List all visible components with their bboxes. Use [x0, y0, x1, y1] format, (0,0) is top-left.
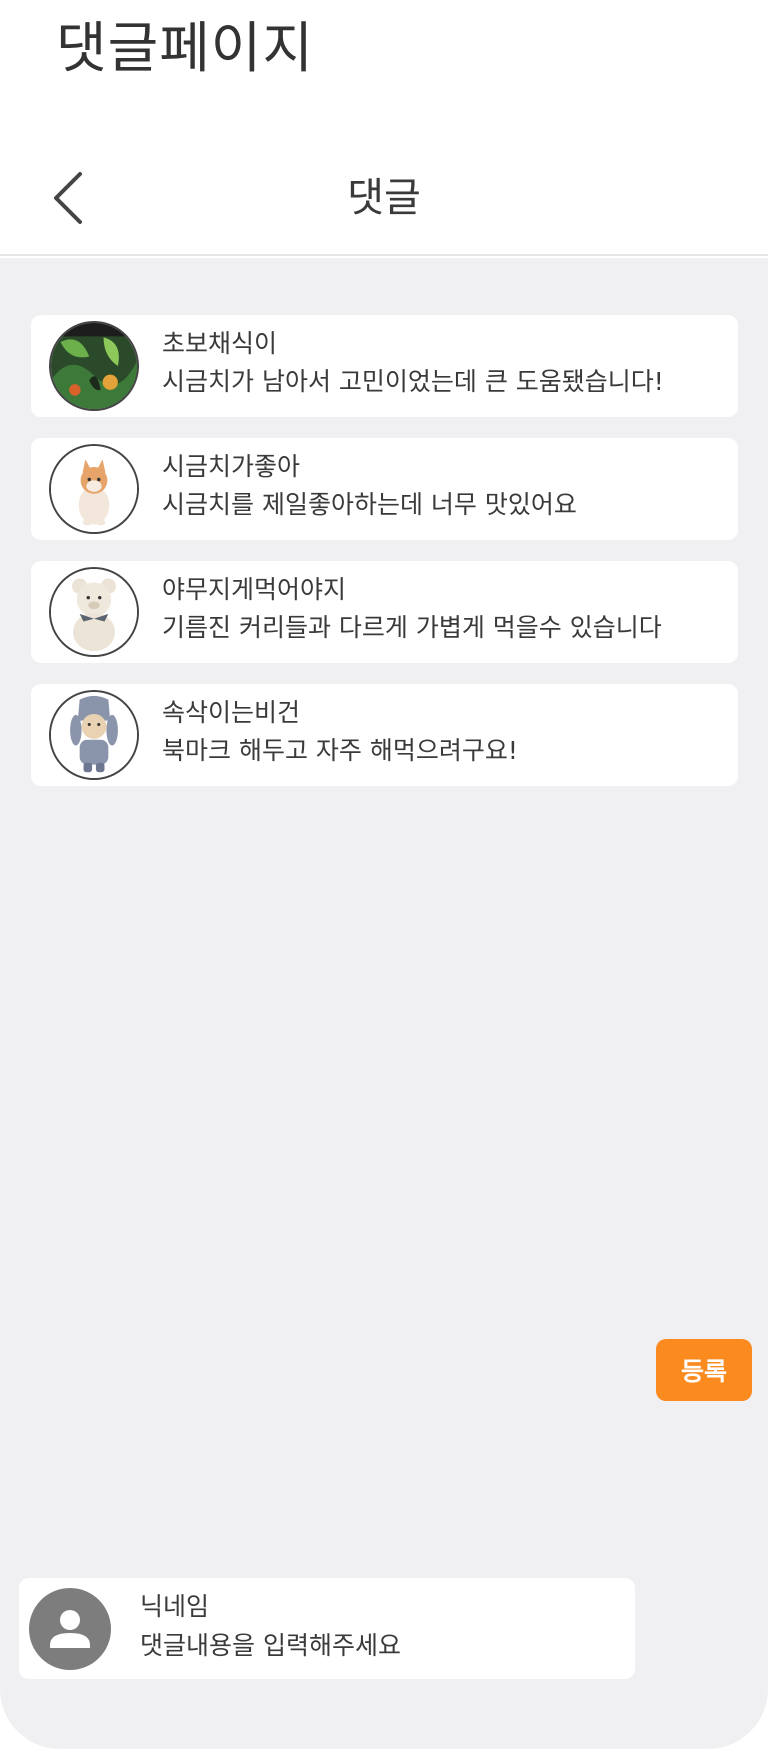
comments-area: 초보채식이 시금치가 남아서 고민이었는데 큰 도움됐습니다! 시금치가좋아 시…	[0, 258, 768, 1749]
submit-button[interactable]: 등록	[656, 1339, 752, 1401]
comment-nickname: 시금치가좋아	[162, 452, 301, 481]
comment-composer: 닉네임	[19, 1578, 635, 1679]
bunny-plush-avatar[interactable]	[49, 690, 139, 780]
comment-item: 초보채식이 시금치가 남아서 고민이었는데 큰 도움됐습니다!	[31, 315, 738, 417]
comment-item: 속삭이는비건 북마크 해두고 자주 해먹으려구요!	[31, 684, 738, 786]
teddy-bear-avatar[interactable]	[49, 567, 139, 657]
comment-nickname: 초보채식이	[162, 329, 278, 358]
page-title: 댓글페이지	[56, 16, 315, 80]
user-icon	[29, 1588, 111, 1670]
comment-nickname: 속삭이는비건	[162, 698, 301, 727]
comment-text: 기름진 커리들과 다르게 가볍게 먹을수 있습니다	[162, 613, 662, 642]
comment-item: 야무지게먹어야지 기름진 커리들과 다르게 가볍게 먹을수 있습니다	[31, 561, 738, 663]
comment-input[interactable]	[140, 1627, 610, 1663]
comment-text: 시금치를 제일좋아하는데 너무 맛있어요	[162, 490, 577, 519]
header-title: 댓글	[347, 175, 421, 221]
comment-text: 시금치가 남아서 고민이었는데 큰 도움됐습니다!	[162, 367, 664, 396]
jungle-painting-avatar[interactable]	[49, 321, 139, 411]
comment-list: 초보채식이 시금치가 남아서 고민이었는데 큰 도움됐습니다! 시금치가좋아 시…	[31, 315, 738, 807]
app-header: 댓글	[0, 140, 768, 256]
kitten-avatar[interactable]	[49, 444, 139, 534]
comment-text: 북마크 해두고 자주 해먹으려구요!	[162, 736, 518, 765]
composer-nickname: 닉네임	[140, 1592, 210, 1621]
comment-nickname: 야무지게먹어야지	[162, 575, 347, 604]
comment-item: 시금치가좋아 시금치를 제일좋아하는데 너무 맛있어요	[31, 438, 738, 540]
